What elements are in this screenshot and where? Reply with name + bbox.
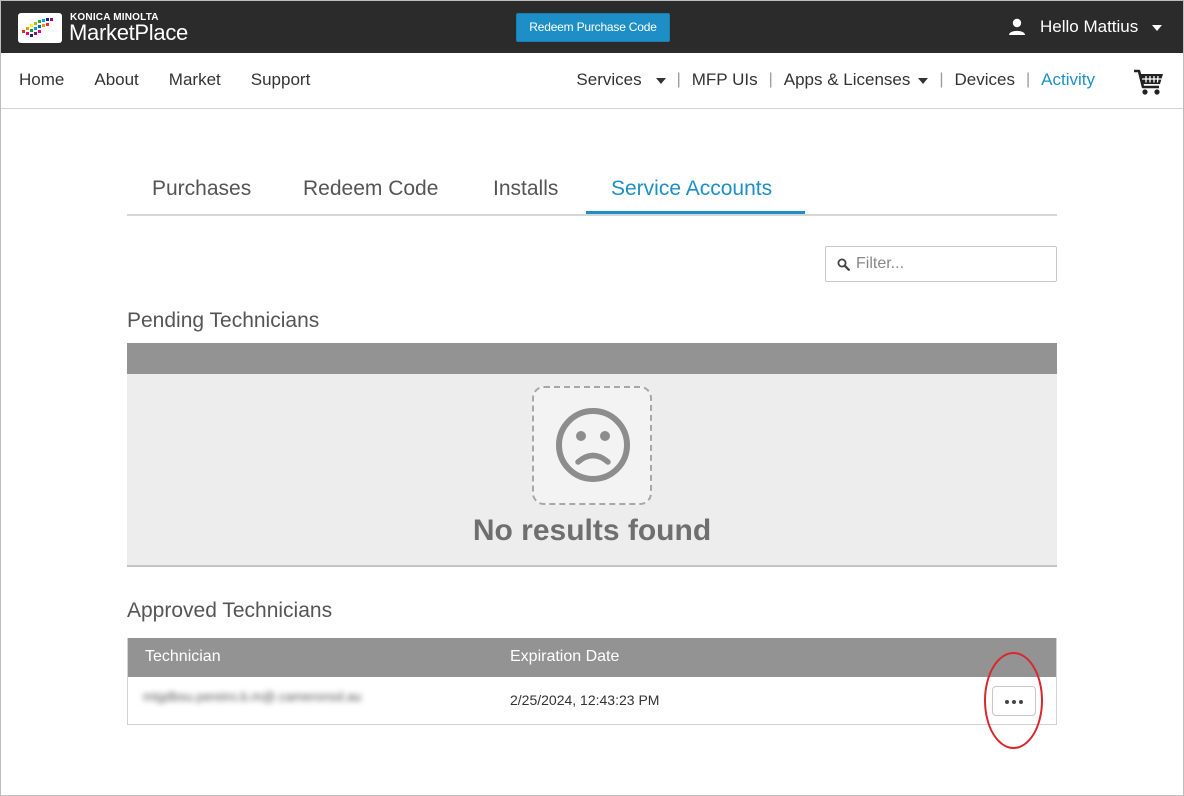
tab-installs[interactable]: Installs <box>493 177 558 201</box>
nav-separator: | <box>939 71 944 88</box>
nav-mfp-uis[interactable]: MFP UIs <box>692 70 758 90</box>
empty-state-illustration <box>532 386 652 505</box>
nav-about[interactable]: About <box>94 70 138 90</box>
nav-separator: | <box>1026 71 1031 88</box>
nav-separator: | <box>768 71 773 88</box>
pending-empty-state: No results found <box>127 374 1057 567</box>
column-header-technician[interactable]: Technician <box>145 648 221 666</box>
nav-services-label: Services <box>576 70 642 89</box>
user-icon <box>1009 18 1025 35</box>
nav-secondary-links: Services | MFP UIs | Apps & Licenses | D… <box>576 70 1095 90</box>
user-greeting: Hello Mattius <box>1040 17 1139 36</box>
filter-input[interactable] <box>856 247 1051 281</box>
logo-product-name: MarketPlace <box>69 20 188 45</box>
sad-face-icon <box>556 408 630 482</box>
more-options-icon <box>993 700 1035 704</box>
nav-apps-licenses-label: Apps & Licenses <box>783 70 911 89</box>
expiration-date-value: 2/25/2024, 12:43:23 PM <box>510 692 660 708</box>
chevron-down-icon <box>1152 25 1163 31</box>
nav-primary-links: Home About Market Support <box>19 70 340 90</box>
pending-table-header <box>127 343 1057 374</box>
nav-home[interactable]: Home <box>19 70 64 90</box>
nav-market[interactable]: Market <box>169 70 221 90</box>
pending-technicians-title: Pending Technicians <box>127 309 320 332</box>
active-tab-indicator <box>586 211 805 214</box>
approved-technicians-table: Technician Expiration Date mtgdbsu.perei… <box>127 638 1057 725</box>
cart-icon[interactable] <box>1133 68 1165 96</box>
marketplace-logo[interactable]: KONICA MINOLTA MarketPlace <box>18 9 208 47</box>
main-nav: Home About Market Support Services | MFP… <box>1 53 1183 109</box>
technician-email: mtgdbsu.pereiro.b.m@.cameronsd.au <box>143 689 362 704</box>
nav-services[interactable]: Services <box>576 70 666 90</box>
nav-support[interactable]: Support <box>251 70 311 90</box>
tab-purchases[interactable]: Purchases <box>152 177 251 201</box>
nav-separator: | <box>676 71 681 88</box>
activity-tabs: Purchases Redeem Code Installs Service A… <box>127 174 1057 216</box>
table-header: Technician Expiration Date <box>128 638 1056 677</box>
nav-activity[interactable]: Activity <box>1041 70 1095 90</box>
user-menu[interactable]: Hello Mattius <box>1007 14 1163 40</box>
nav-apps-licenses[interactable]: Apps & Licenses <box>784 70 929 90</box>
no-results-message: No results found <box>472 514 712 547</box>
table-row: mtgdbsu.pereiro.b.m@.cameronsd.au 2/25/2… <box>128 677 1056 723</box>
logo-mark-icon <box>18 13 62 43</box>
search-icon <box>837 258 850 271</box>
chevron-down-icon <box>655 77 666 84</box>
redeem-purchase-code-button[interactable]: Redeem Purchase Code <box>516 13 670 42</box>
chevron-down-icon <box>918 77 929 84</box>
tab-redeem-code[interactable]: Redeem Code <box>303 177 438 201</box>
column-header-expiration-date[interactable]: Expiration Date <box>510 648 619 666</box>
approved-technicians-title: Approved Technicians <box>127 599 333 622</box>
top-bar: KONICA MINOLTA MarketPlace Redeem Purcha… <box>1 1 1183 53</box>
nav-devices[interactable]: Devices <box>955 70 1015 90</box>
filter-field <box>825 246 1057 282</box>
row-actions-button[interactable] <box>992 686 1036 716</box>
tab-service-accounts[interactable]: Service Accounts <box>611 177 772 201</box>
